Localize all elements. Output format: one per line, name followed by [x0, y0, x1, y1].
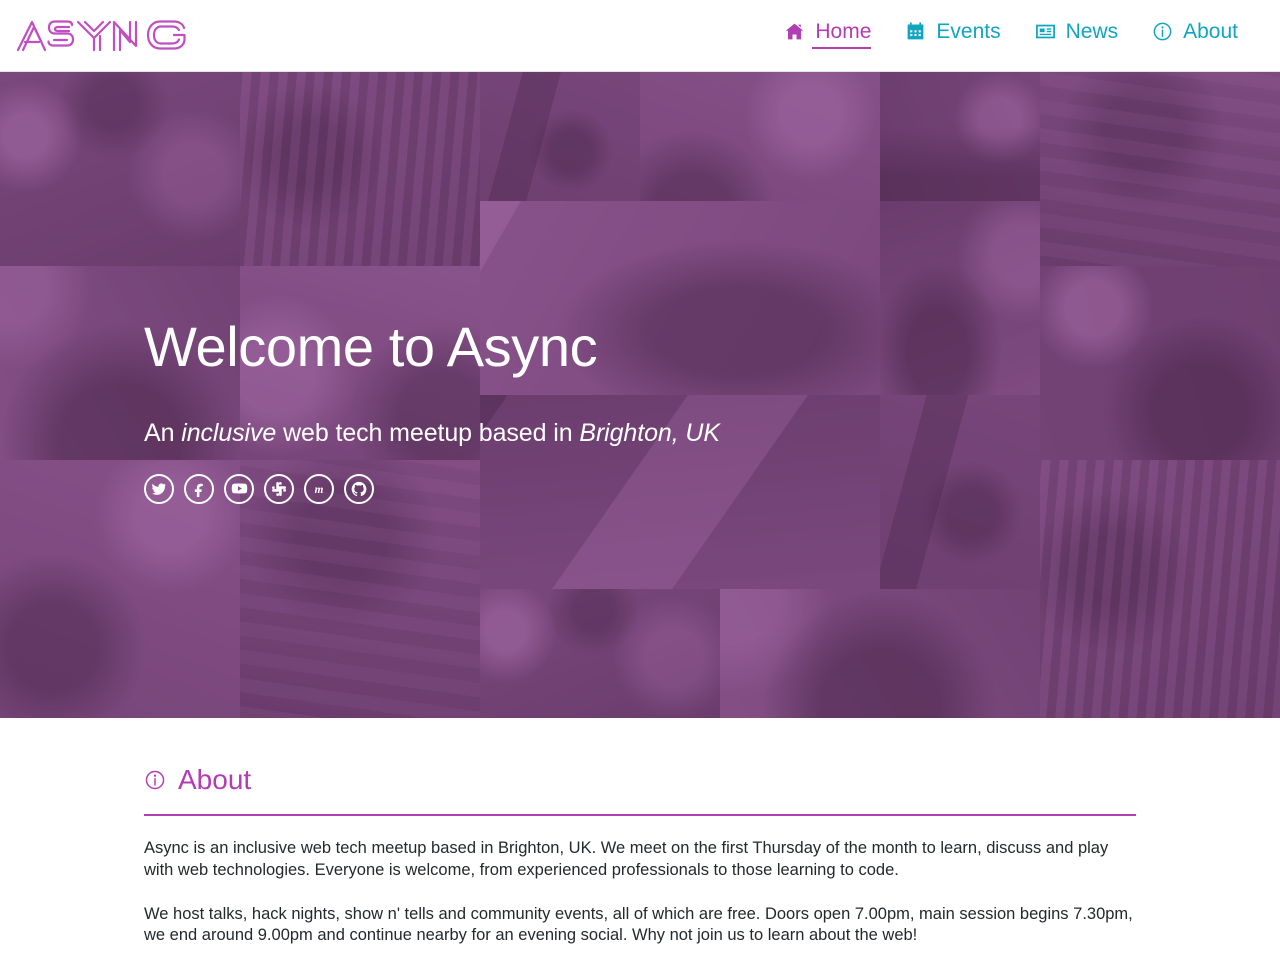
social-links: m [144, 473, 720, 504]
newspaper-icon [1035, 21, 1056, 42]
nav-item-home[interactable]: Home [784, 19, 872, 49]
social-link-slack[interactable] [264, 473, 294, 504]
about-section: About Async is an inclusive web tech mee… [0, 718, 1280, 960]
social-link-twitter[interactable] [144, 473, 174, 504]
hero-subtitle-middle: web tech meetup based in [276, 418, 580, 447]
about-heading-label: About [178, 764, 252, 795]
nav-item-about-label: About [1183, 19, 1238, 43]
facebook-icon [191, 481, 207, 497]
info-icon [1152, 21, 1173, 42]
github-icon [351, 481, 367, 497]
nav-item-events-label: Events [936, 19, 1001, 43]
logo-link[interactable] [14, 16, 190, 56]
site-header: Home Events News About [0, 0, 1280, 72]
main-navigation: Home Events News About [784, 21, 1238, 51]
nav-item-news[interactable]: News [1035, 19, 1119, 49]
hero-subtitle-emphasis-1: inclusive [181, 418, 277, 447]
home-icon [784, 21, 805, 42]
about-heading: About [144, 764, 1136, 816]
calendar-icon [905, 21, 926, 42]
twitter-icon [151, 481, 167, 497]
slack-icon [271, 481, 287, 497]
async-logo [16, 19, 186, 51]
svg-text:m: m [315, 484, 324, 496]
social-link-youtube[interactable] [224, 473, 254, 504]
about-paragraph-2: We host talks, hack nights, show n' tell… [144, 904, 1133, 945]
hero-title: Welcome to Async [144, 315, 598, 378]
hero-content: Welcome to Async An inclusive web tech m… [144, 315, 720, 504]
hero-subtitle-emphasis-2: Brighton, UK [579, 418, 720, 447]
hero-subtitle-before: An [144, 418, 182, 447]
social-link-meetup[interactable]: m [304, 473, 334, 504]
nav-item-news-label: News [1065, 19, 1119, 43]
hero-banner: Welcome to Async An inclusive web tech m… [0, 72, 1280, 718]
youtube-icon [231, 480, 248, 497]
about-paragraph-1: Async is an inclusive web tech meetup ba… [144, 839, 1109, 879]
social-link-github[interactable] [344, 473, 374, 504]
nav-item-events[interactable]: Events [905, 19, 1001, 49]
info-icon [144, 769, 166, 791]
meetup-icon: m [310, 480, 328, 498]
nav-item-about[interactable]: About [1152, 21, 1238, 49]
hero-subtitle: An inclusive web tech meetup based in Br… [144, 419, 720, 448]
social-link-facebook[interactable] [184, 473, 214, 504]
nav-item-home-label: Home [815, 19, 872, 43]
